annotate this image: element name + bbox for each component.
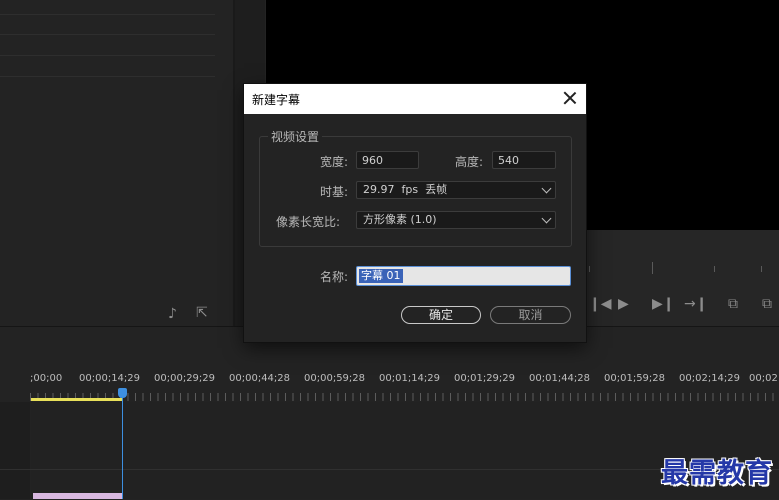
scrub-tick [761, 266, 762, 272]
scrub-tick [714, 266, 715, 272]
scrub-tick [652, 262, 653, 274]
step-back-icon[interactable]: ❙◀ [589, 297, 612, 311]
panel-row-line [0, 76, 215, 77]
panel-row-line [0, 14, 215, 15]
panel-row-line [0, 34, 215, 35]
pixel-aspect-value: 方形像素 (1.0) [363, 213, 437, 226]
ruler-label: 00;01;59;28 [604, 373, 666, 384]
cancel-button[interactable]: 取消 [490, 306, 571, 324]
ruler-label: 00;02;14;29 [679, 373, 741, 384]
panel-row-line [0, 55, 215, 56]
step-forward-icon[interactable]: ▶❙ [652, 297, 675, 311]
audio-note-icon[interactable]: ♪ [168, 307, 177, 321]
overwrite-icon[interactable]: ⧉ [762, 297, 772, 311]
scrub-tick [589, 266, 590, 272]
video-settings-legend: 视频设置 [268, 128, 323, 145]
timebase-select[interactable]: 29.97 fps 丢帧 [356, 181, 556, 199]
insert-icon[interactable]: ⧉ [728, 297, 738, 311]
work-area-bar[interactable] [31, 398, 123, 401]
ruler-label: ;00;00 [30, 373, 63, 384]
chevron-down-icon [541, 213, 552, 224]
new-title-dialog: 新建字幕 视频设置 宽度: 960 高度: 540 时基: 29.97 fps … [244, 84, 586, 342]
export-icon[interactable]: ⇱ [196, 306, 208, 320]
ruler-label: 00;00;29;29 [154, 373, 216, 384]
ruler-ticks [30, 393, 779, 401]
close-icon[interactable] [562, 90, 578, 106]
name-label: 名称: [320, 270, 349, 284]
height-label: 高度: [455, 155, 484, 169]
height-input[interactable]: 540 [492, 151, 556, 169]
dialog-title: 新建字幕 [252, 93, 301, 107]
dialog-titlebar: 新建字幕 [244, 84, 586, 114]
ruler-label: 00;02 [749, 373, 778, 384]
watermark-logo: 最需教育 [661, 458, 773, 489]
name-input[interactable]: 字幕 01 [356, 266, 571, 286]
ruler-label: 00;00;59;28 [304, 373, 366, 384]
project-panel: ♪ ⇱ [0, 0, 235, 326]
name-input-selected-text: 字幕 01 [359, 269, 403, 283]
pixel-aspect-label: 像素长宽比: [276, 215, 341, 229]
ok-button[interactable]: 确定 [401, 306, 481, 324]
pixel-aspect-select[interactable]: 方形像素 (1.0) [356, 211, 556, 229]
track-header [0, 402, 30, 499]
ruler-label: 00;01;29;29 [454, 373, 516, 384]
width-label: 宽度: [320, 155, 349, 169]
width-input[interactable]: 960 [356, 151, 419, 169]
chevron-down-icon [541, 183, 552, 194]
timebase-value: 29.97 fps 丢帧 [363, 183, 448, 196]
ruler-label: 00;01;44;28 [529, 373, 591, 384]
ruler-label: 00;00;14;29 [79, 373, 141, 384]
playhead-line[interactable] [122, 396, 123, 499]
timeline-ruler[interactable]: ;00;00 00;00;14;29 00;00;29;29 00;00;44;… [30, 373, 779, 387]
playhead-handle[interactable] [118, 388, 127, 398]
ruler-label: 00;01;14;29 [379, 373, 441, 384]
go-to-out-icon[interactable]: →❙ [684, 297, 707, 311]
timebase-label: 时基: [320, 185, 349, 199]
ruler-label: 00;00;44;28 [229, 373, 291, 384]
timeline-clip[interactable] [33, 493, 122, 499]
play-icon[interactable]: ▶ [618, 297, 629, 311]
